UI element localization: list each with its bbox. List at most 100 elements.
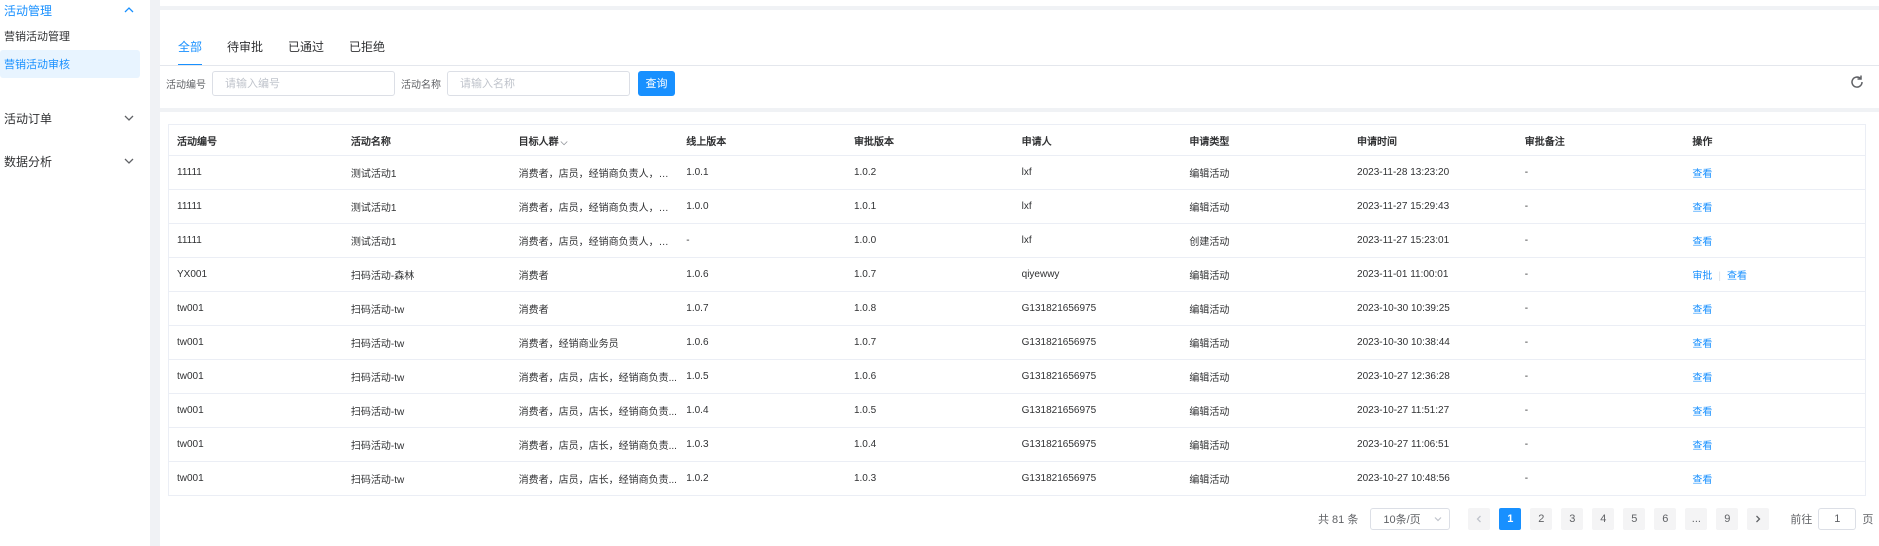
view-link[interactable]: 查看 — [1692, 475, 1712, 486]
table-row: tw001 扫码活动-tw 消费者，经销商业务员 1.0.6 1.0.7 G1318216… — [168, 325, 1866, 360]
approval-remark-cell: - — [1516, 189, 1685, 224]
page-button[interactable]: 3 — [1561, 508, 1584, 530]
approval-remark-cell: - — [1516, 461, 1685, 496]
view-link[interactable]: 查看 — [1692, 237, 1712, 248]
chevron-down-icon — [1434, 517, 1442, 522]
page-button[interactable]: 9 — [1716, 508, 1739, 530]
actions-cell: 查看 — [1684, 189, 1866, 224]
query-button[interactable]: 查询 — [638, 70, 675, 96]
page-button[interactable]: 4 — [1592, 508, 1615, 530]
apply-time-cell: 2023-10-27 12:36:28 — [1349, 359, 1517, 394]
approval-version-cell: 1.0.7 — [845, 257, 1014, 292]
view-link[interactable]: 查看 — [1692, 305, 1712, 316]
more-pages-button[interactable]: ... — [1685, 508, 1708, 530]
chevron-down-icon — [124, 115, 134, 121]
actions-cell: 查看 — [1684, 461, 1866, 496]
target-group-cell: 消费者，店员，店长，经销商负责... — [510, 393, 679, 428]
chevron-down-icon[interactable]: ⌵ — [561, 137, 568, 147]
next-page-button[interactable] — [1747, 508, 1770, 530]
view-link[interactable]: 查看 — [1692, 441, 1712, 452]
table-row: 11111 测试活动1 消费者，店员，经销商负责人，店长 1.0.0 1.0.1 lxf 编… — [168, 189, 1866, 224]
approve-link[interactable]: 审批 — [1692, 271, 1712, 282]
status-tabs: 全部 待审批 已通过 已拒绝 — [178, 28, 410, 66]
view-link[interactable]: 查看 — [1692, 373, 1712, 384]
column-header-label: 目标人群 — [518, 136, 559, 148]
table-row: tw001 扫码活动-tw 消费者，店员，店长，经销商负责... 1.0.5 1.0.6… — [168, 359, 1866, 394]
target-group-cell: 消费者，店员，店长，经销商负责... — [510, 359, 679, 394]
apply-time-cell: 2023-10-30 10:39:25 — [1349, 291, 1517, 326]
column-header: 审批版本 — [845, 124, 1014, 156]
menu-group-label: 活动订单 — [4, 111, 53, 126]
menu-item-marketing-activity-management[interactable]: 营销活动管理 — [0, 22, 140, 50]
menu-group-activity-management[interactable]: 活动管理 — [0, 0, 150, 20]
tab-rejected[interactable]: 已拒绝 — [349, 28, 385, 66]
page-button[interactable]: 6 — [1654, 508, 1677, 530]
activity-code-cell: YX001 — [168, 257, 343, 292]
online-version-cell: 1.0.7 — [678, 291, 846, 326]
online-version-cell: 1.0.3 — [678, 427, 846, 462]
menu-group-data-analysis[interactable]: 数据分析 — [0, 151, 150, 171]
tab-pending[interactable]: 待审批 — [227, 28, 263, 66]
activity-code-label: 活动编号 — [166, 79, 206, 91]
column-header: 线上版本 — [678, 124, 846, 156]
column-header-target[interactable]: 目标人群 ⌵ — [510, 124, 679, 156]
activity-name-cell: 测试活动1 — [342, 155, 511, 190]
view-link[interactable]: 查看 — [1692, 407, 1712, 418]
table-row: tw001 扫码活动-tw 消费者，店员，店长，经销商负责... 1.0.4 1.0.5… — [168, 393, 1866, 428]
approval-remark-cell: - — [1516, 427, 1685, 462]
table-body: 11111 测试活动1 消费者，店员，经销商负责人，店长 1.0.1 1.0.2 lxf 编… — [168, 155, 1866, 496]
approval-remark-cell: - — [1516, 393, 1685, 428]
prev-page-button[interactable] — [1468, 508, 1491, 530]
online-version-cell: 1.0.1 — [678, 155, 846, 190]
view-link[interactable]: 查看 — [1692, 339, 1712, 350]
activity-name-cell: 扫码活动-森林 — [342, 257, 511, 292]
page-button[interactable]: 1 — [1499, 508, 1522, 530]
tab-approved[interactable]: 已通过 — [288, 28, 324, 66]
page-jumper: 前往 1 页 — [1790, 508, 1873, 530]
approval-remark-cell: - — [1516, 325, 1685, 360]
page-number-list: 1 2 3 4 5 6... 9 — [1499, 508, 1747, 530]
review-table: 活动编号 活动名称 目标人群 ⌵ 线上版本 审批版本 申请人 申请类型 申请时间 … — [168, 124, 1866, 496]
approval-remark-cell: - — [1516, 155, 1685, 190]
page-size-select[interactable]: 10条/页 — [1370, 508, 1451, 530]
apply-time-cell: 2023-10-27 11:06:51 — [1349, 427, 1517, 462]
apply-type-cell: 编辑活动 — [1181, 155, 1350, 190]
column-header: 活动编号 — [168, 124, 343, 156]
view-link[interactable]: 查看 — [1692, 169, 1712, 180]
activity-code-input[interactable]: 请输入编号 — [212, 70, 395, 96]
applicant-cell: G131821656975 — [1013, 325, 1182, 360]
applicant-cell: G131821656975 — [1013, 291, 1182, 326]
target-group-cell: 消费者，店员，店长，经销商负责... — [510, 461, 679, 496]
apply-type-cell: 编辑活动 — [1181, 325, 1350, 360]
activity-code-cell: tw001 — [168, 325, 343, 360]
column-header: 申请时间 — [1349, 124, 1517, 156]
apply-time-cell: 2023-10-27 11:51:27 — [1349, 393, 1517, 428]
tabs-divider — [160, 65, 1879, 66]
goto-page-input[interactable]: 1 — [1818, 508, 1857, 530]
page-button[interactable]: 5 — [1623, 508, 1646, 530]
activity-name-input[interactable]: 请输入名称 — [447, 70, 630, 96]
apply-type-cell: 编辑活动 — [1181, 359, 1350, 394]
applicant-cell: G131821656975 — [1013, 461, 1182, 496]
activity-code-cell: 11111 — [168, 155, 343, 190]
refresh-icon[interactable] — [1849, 74, 1865, 90]
filter-panel: 全部 待审批 已通过 已拒绝 活动编号 请输入编号 活动名称 请输入名称 查询 — [160, 10, 1879, 108]
menu-group-activity-orders[interactable]: 活动订单 — [0, 108, 150, 128]
action-separator: | — [1718, 271, 1721, 282]
table-row: tw001 扫码活动-tw 消费者 1.0.7 1.0.8 G131821656975 编辑… — [168, 291, 1866, 326]
chevron-left-icon — [1476, 515, 1482, 523]
online-version-cell: - — [678, 223, 846, 258]
menu-item-marketing-activity-review[interactable]: 营销活动审核 — [0, 50, 140, 78]
view-link[interactable]: 查看 — [1692, 203, 1712, 214]
target-group-cell: 消费者，经销商业务员 — [510, 325, 679, 360]
filter-bar: 活动编号 请输入编号 活动名称 请输入名称 查询 — [166, 70, 675, 96]
activity-name-cell: 测试活动1 — [342, 223, 511, 258]
page-button[interactable]: 2 — [1530, 508, 1553, 530]
tab-all[interactable]: 全部 — [178, 28, 203, 66]
online-version-cell: 1.0.0 — [678, 189, 846, 224]
apply-time-cell: 2023-10-27 10:48:56 — [1349, 461, 1517, 496]
view-link[interactable]: 查看 — [1727, 271, 1747, 282]
actions-cell: 查看 — [1684, 427, 1866, 462]
actions-cell: 查看 — [1684, 325, 1866, 360]
applicant-cell: lxf — [1013, 223, 1182, 258]
